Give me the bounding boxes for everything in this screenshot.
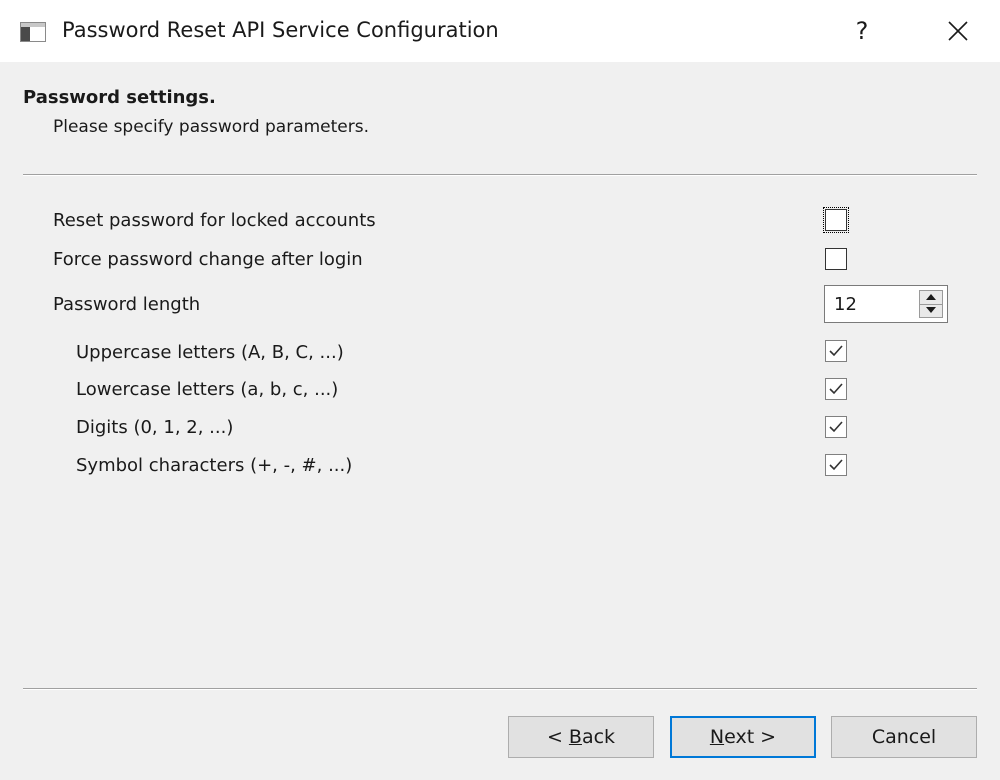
- window-title: Password Reset API Service Configuration: [62, 18, 499, 42]
- app-window-icon: [20, 22, 46, 42]
- footer-separator: [23, 688, 977, 690]
- digits-checkbox[interactable]: [825, 416, 847, 438]
- page-subtitle: Please specify password parameters.: [53, 117, 370, 137]
- spin-buttons: [919, 290, 943, 318]
- back-button[interactable]: < Back: [508, 716, 654, 758]
- password-length-label: Password length: [53, 294, 201, 315]
- digits-label: Digits (0, 1, 2, ...): [76, 417, 234, 438]
- checkmark-icon: [829, 459, 843, 471]
- next-button[interactable]: Next >: [670, 716, 816, 758]
- next-button-accel: N: [709, 726, 725, 748]
- help-button[interactable]: ?: [842, 10, 882, 52]
- back-button-rest: ack: [581, 726, 616, 748]
- symbols-checkbox[interactable]: [825, 454, 847, 476]
- page-title: Password settings.: [23, 87, 216, 108]
- title-bar: Password Reset API Service Configuration…: [0, 0, 1000, 62]
- checkmark-icon: [829, 345, 843, 357]
- lowercase-checkbox[interactable]: [825, 378, 847, 400]
- next-button-rest: ext >: [724, 726, 777, 748]
- header-separator: [23, 174, 977, 176]
- cancel-button[interactable]: Cancel: [831, 716, 977, 758]
- reset-locked-checkbox[interactable]: [823, 207, 849, 233]
- triangle-down-icon: [926, 307, 936, 313]
- symbols-label: Symbol characters (+, -, #, ...): [76, 455, 353, 476]
- close-icon: [948, 21, 968, 41]
- checkmark-icon: [829, 421, 843, 433]
- close-button[interactable]: [936, 10, 980, 52]
- force-change-checkbox[interactable]: [825, 248, 847, 270]
- back-button-prefix: <: [546, 726, 569, 748]
- password-length-spinbox: [824, 285, 948, 323]
- reset-locked-label: Reset password for locked accounts: [53, 210, 376, 231]
- back-button-accel: B: [568, 726, 582, 748]
- force-change-label: Force password change after login: [53, 249, 363, 270]
- uppercase-checkbox[interactable]: [825, 340, 847, 362]
- dialog-body: Password settings. Please specify passwo…: [0, 62, 1000, 780]
- spin-down-button[interactable]: [920, 304, 942, 317]
- lowercase-label: Lowercase letters (a, b, c, ...): [76, 379, 339, 400]
- checkmark-icon: [829, 383, 843, 395]
- uppercase-label: Uppercase letters (A, B, C, ...): [76, 342, 344, 363]
- triangle-up-icon: [926, 294, 936, 300]
- spin-up-button[interactable]: [920, 291, 942, 305]
- password-length-input[interactable]: [834, 294, 914, 315]
